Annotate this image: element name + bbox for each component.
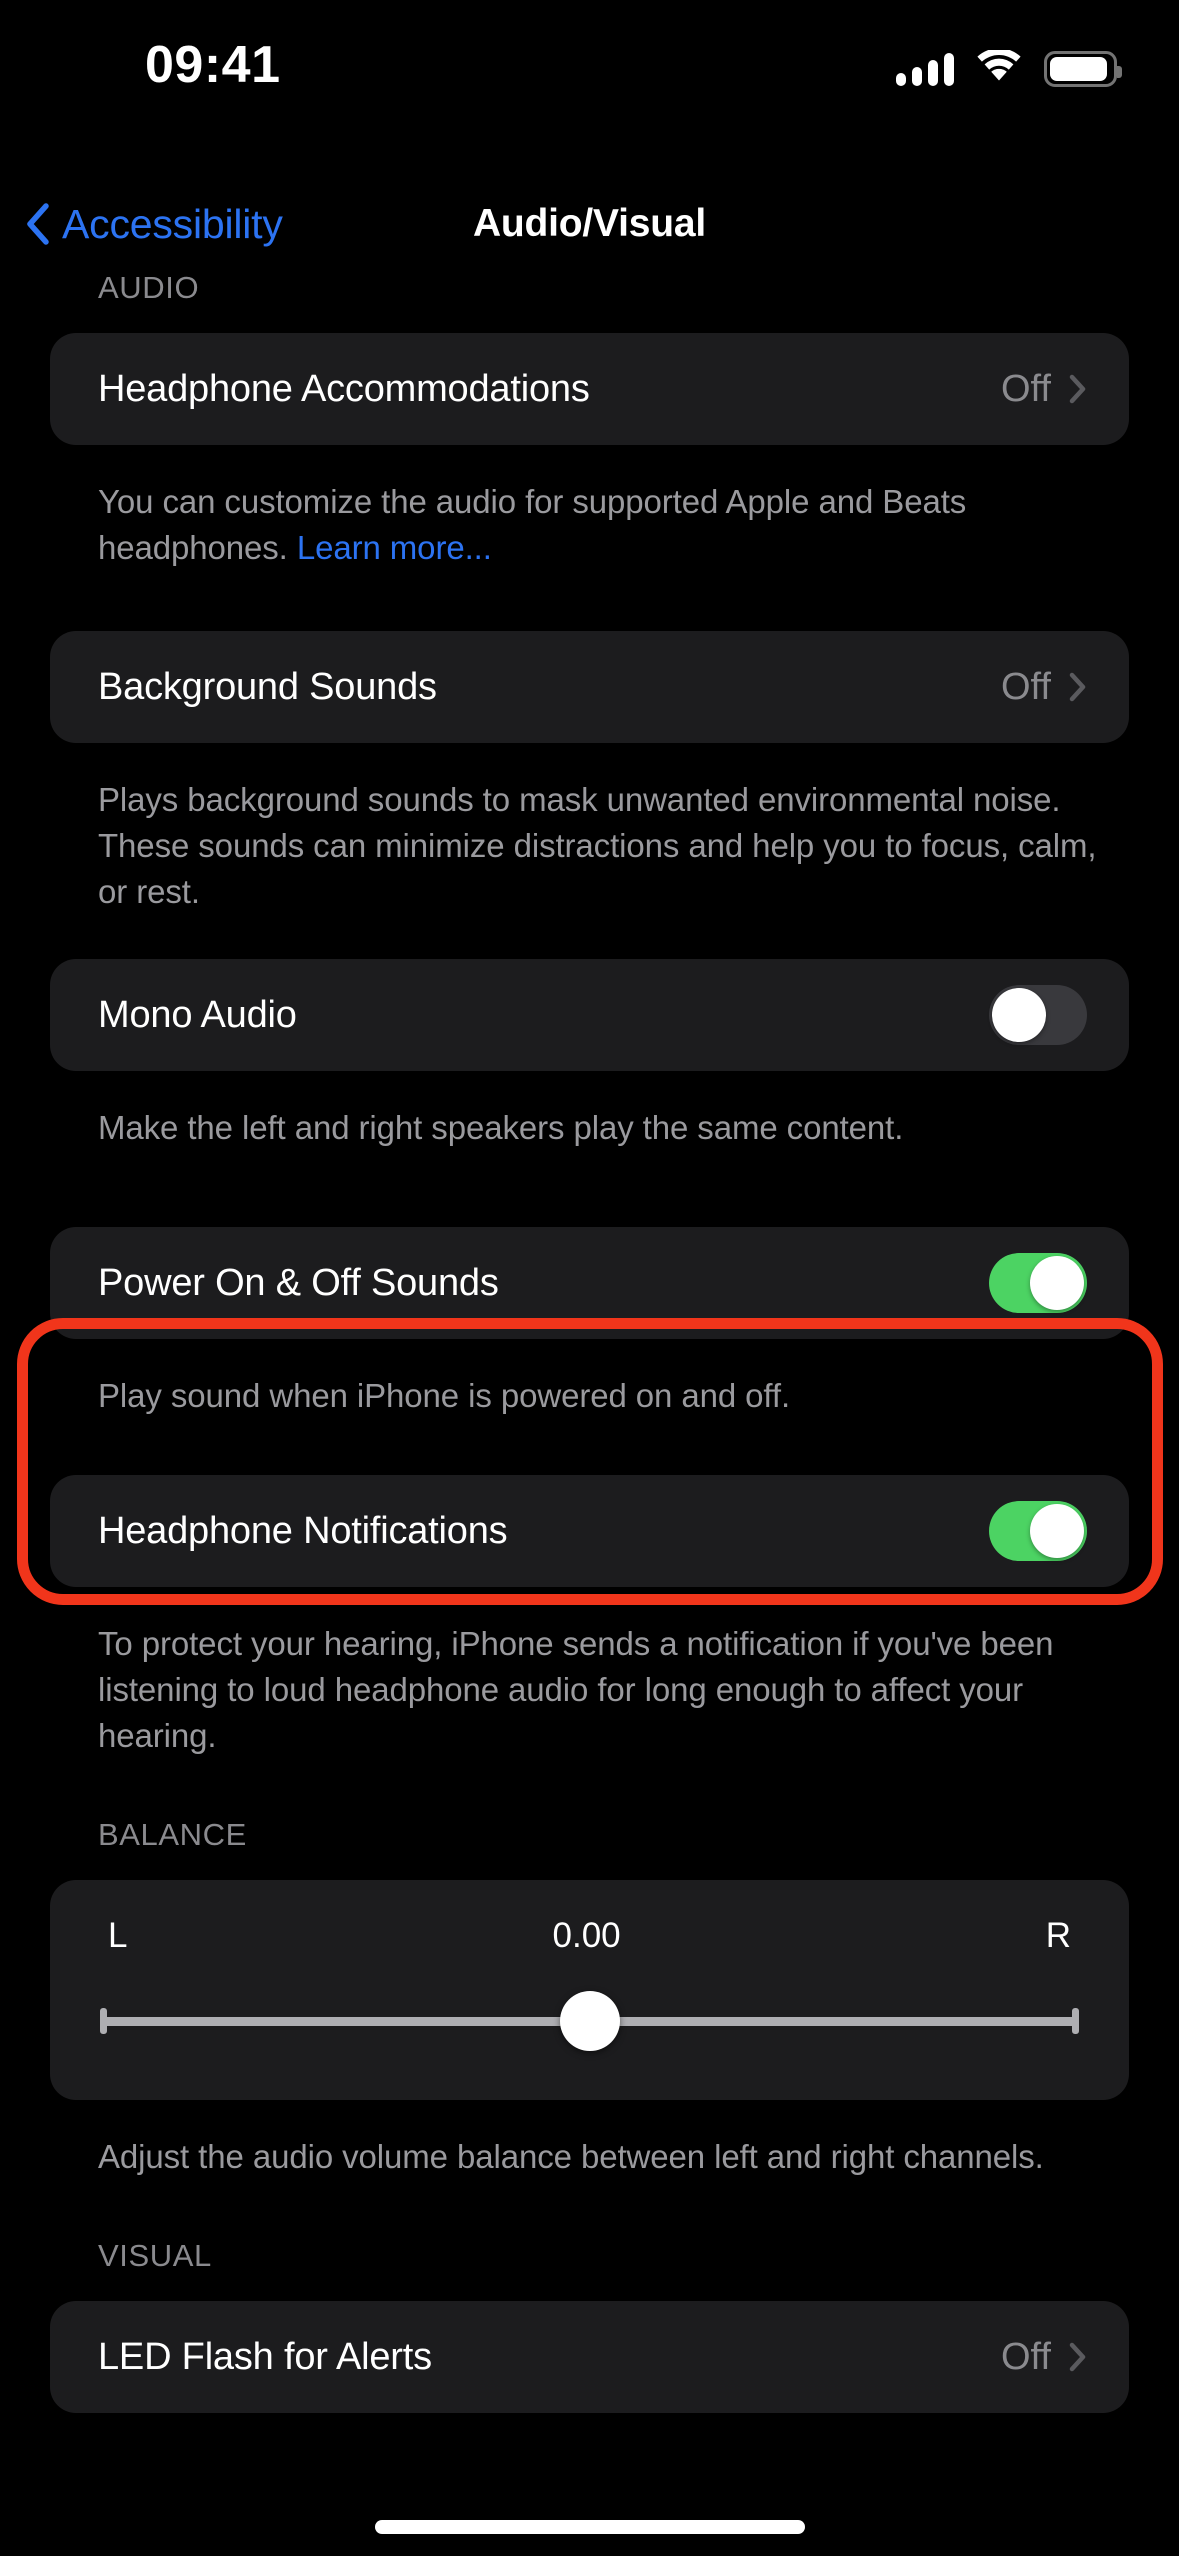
- balance-slider[interactable]: [90, 1986, 1089, 2056]
- row-label: Background Sounds: [98, 665, 437, 708]
- row-label: Headphone Accommodations: [98, 367, 590, 410]
- row-led-flash-for-alerts[interactable]: LED Flash for Alerts Off: [50, 2301, 1129, 2413]
- row-label: LED Flash for Alerts: [98, 2335, 432, 2378]
- toggle-knob: [1030, 1256, 1084, 1310]
- balance-value: 0.00: [552, 1916, 621, 1955]
- status-bar: 09:41: [0, 0, 1179, 130]
- chevron-right-icon: [1069, 672, 1086, 702]
- battery-icon: [1044, 51, 1122, 87]
- card-headphone-accommodations: Headphone Accommodations Off: [50, 333, 1129, 445]
- card-visual: LED Flash for Alerts Off: [50, 2301, 1129, 2413]
- row-background-sounds[interactable]: Background Sounds Off: [50, 631, 1129, 743]
- balance-right-label: R: [1045, 1916, 1071, 1955]
- row-label: Power On & Off Sounds: [98, 1261, 499, 1304]
- footer-text-body: You can customize the audio for supporte…: [98, 483, 967, 566]
- card-mono-audio: Mono Audio: [50, 959, 1129, 1071]
- headphone-notifications-toggle[interactable]: [989, 1501, 1087, 1561]
- slider-cap-left: [100, 2008, 107, 2034]
- row-power-on-off-sounds[interactable]: Power On & Off Sounds: [50, 1227, 1129, 1339]
- slider-cap-right: [1072, 2008, 1079, 2034]
- row-label: Mono Audio: [98, 993, 297, 1036]
- cellular-signal-icon: [896, 52, 954, 86]
- row-headphone-accommodations[interactable]: Headphone Accommodations Off: [50, 333, 1129, 445]
- row-mono-audio[interactable]: Mono Audio: [50, 959, 1129, 1071]
- back-button-label: Accessibility: [62, 200, 283, 247]
- section-header-visual: VISUAL: [98, 2238, 212, 2273]
- status-bar-icons: [896, 47, 1122, 89]
- footer-power-sounds: Play sound when iPhone is powered on and…: [98, 1377, 791, 1414]
- row-accessory: Off: [1001, 368, 1087, 411]
- footer-balance: Adjust the audio volume balance between …: [98, 2138, 1044, 2175]
- section-header-audio: AUDIO: [98, 270, 200, 305]
- chevron-right-icon: [1069, 2342, 1086, 2372]
- balance-left-label: L: [108, 1916, 128, 1955]
- footer-mono-audio: Make the left and right speakers play th…: [98, 1109, 904, 1146]
- toggle-knob: [992, 988, 1046, 1042]
- wifi-icon: [976, 47, 1022, 89]
- status-bar-time: 09:41: [145, 36, 281, 94]
- home-indicator[interactable]: [374, 2520, 805, 2534]
- navigation-bar: Accessibility Audio/Visual: [0, 176, 1179, 272]
- card-headphone-notifications: Headphone Notifications: [50, 1475, 1129, 1587]
- section-header-balance: BALANCE: [98, 1817, 247, 1852]
- back-button[interactable]: Accessibility: [26, 176, 283, 272]
- card-background-sounds: Background Sounds Off: [50, 631, 1129, 743]
- card-balance: L 0.00 R: [50, 1880, 1129, 2100]
- footer-headphone-accommodations: You can customize the audio for supporte…: [0, 479, 1179, 571]
- chevron-left-icon: [27, 203, 49, 245]
- footer-headphone-notifications: To protect your hearing, iPhone sends a …: [98, 1625, 1054, 1754]
- row-value: Off: [1001, 2335, 1051, 2378]
- chevron-right-icon: [1069, 374, 1086, 404]
- footer-background-sounds: Plays background sounds to mask unwanted…: [98, 781, 1097, 910]
- learn-more-link[interactable]: Learn more...: [297, 529, 492, 566]
- row-accessory: Off: [1001, 2336, 1087, 2379]
- row-headphone-notifications[interactable]: Headphone Notifications: [50, 1475, 1129, 1587]
- row-accessory: Off: [1001, 666, 1087, 709]
- row-value: Off: [1001, 367, 1051, 410]
- row-label: Headphone Notifications: [98, 1509, 508, 1552]
- toggle-knob: [1030, 1504, 1084, 1558]
- card-power-sounds: Power On & Off Sounds: [50, 1227, 1129, 1339]
- power-on-off-sounds-toggle[interactable]: [989, 1253, 1087, 1313]
- row-value: Off: [1001, 665, 1051, 708]
- mono-audio-toggle[interactable]: [989, 985, 1087, 1045]
- slider-knob[interactable]: [559, 1991, 620, 2051]
- settings-list[interactable]: AUDIO Headphone Accommodations Off You c…: [0, 272, 1179, 2556]
- balance-labels: L 0.00 R: [90, 1916, 1089, 1956]
